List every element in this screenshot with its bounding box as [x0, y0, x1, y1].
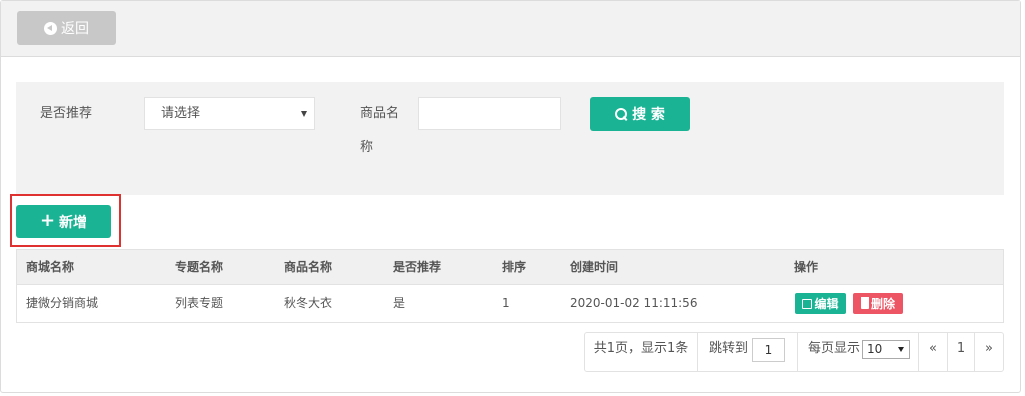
- page-number-button[interactable]: 1: [948, 333, 975, 371]
- page-size-value: 10: [867, 342, 883, 356]
- recommend-select[interactable]: 请选择: [144, 97, 315, 130]
- product-name-input[interactable]: [418, 97, 561, 130]
- page-size-label: 每页显示: [808, 341, 861, 356]
- chevron-down-icon: [301, 111, 307, 117]
- header-actions: 操作: [794, 260, 819, 274]
- add-button-label: 新增: [59, 214, 88, 231]
- back-button[interactable]: 返回: [17, 11, 116, 45]
- search-button[interactable]: 搜 索: [590, 97, 690, 131]
- header-recommended: 是否推荐: [393, 260, 442, 274]
- cell-mall-name: 捷微分销商城: [26, 296, 99, 310]
- recommend-select-value: 请选择: [161, 106, 201, 121]
- delete-button-label: 删除: [870, 297, 895, 311]
- add-button[interactable]: + 新增: [16, 205, 111, 238]
- header-mall-name: 商城名称: [26, 260, 75, 274]
- top-toolbar: 返回: [1, 1, 1020, 57]
- page-size-select[interactable]: 10: [862, 340, 910, 359]
- search-button-label: 搜 索: [632, 107, 665, 123]
- data-table: 商城名称 专题名称 商品名称 是否推荐 排序 创建时间 操作 捷微分销商城 列表…: [16, 249, 1004, 323]
- prev-page-button[interactable]: «: [919, 333, 948, 371]
- jump-label: 跳转到: [709, 341, 749, 356]
- filter-panel: 是否推荐 请选择 商品名 称 搜 索: [16, 82, 1004, 195]
- pagination-page-size: 每页显示 10: [798, 333, 919, 371]
- cell-topic-name: 列表专题: [175, 296, 224, 310]
- search-icon: [615, 108, 628, 120]
- recommend-label: 是否推荐: [40, 106, 93, 121]
- plus-icon: +: [39, 209, 56, 231]
- edit-button-label: 编辑: [814, 297, 839, 311]
- cell-created-time: 2020-01-02 11:11:56: [570, 296, 698, 310]
- next-page-button[interactable]: »: [975, 333, 1003, 371]
- pagination: 共1页，显示1条 跳转到 1 每页显示 10 « 1 »: [584, 332, 1004, 372]
- edit-button[interactable]: 编辑: [795, 293, 846, 314]
- chevron-down-icon: [898, 347, 904, 352]
- pagination-jump: 跳转到 1: [698, 333, 798, 371]
- cell-product-name: 秋冬大衣: [284, 296, 333, 310]
- edit-icon: [802, 298, 813, 309]
- cell-sort: 1: [502, 296, 510, 310]
- delete-button[interactable]: 删除: [853, 293, 903, 314]
- trash-icon: [860, 298, 869, 309]
- product-name-label: 商品名: [360, 106, 400, 121]
- arrow-left-circle-icon: [44, 21, 57, 35]
- back-button-label: 返回: [61, 21, 89, 37]
- jump-page-input[interactable]: 1: [752, 338, 785, 362]
- header-product-name: 商品名称: [284, 260, 333, 274]
- header-created-time: 创建时间: [570, 260, 619, 274]
- pagination-info: 共1页，显示1条: [585, 333, 698, 371]
- table-header: 商城名称 专题名称 商品名称 是否推荐 排序 创建时间 操作: [17, 250, 1003, 285]
- product-name-label-wrap: 称: [360, 140, 374, 155]
- cell-recommended: 是: [393, 296, 406, 310]
- header-topic-name: 专题名称: [175, 260, 224, 274]
- table-row: 捷微分销商城 列表专题 秋冬大衣 是 1 2020-01-02 11:11:56…: [17, 285, 1003, 322]
- header-sort: 排序: [502, 260, 527, 274]
